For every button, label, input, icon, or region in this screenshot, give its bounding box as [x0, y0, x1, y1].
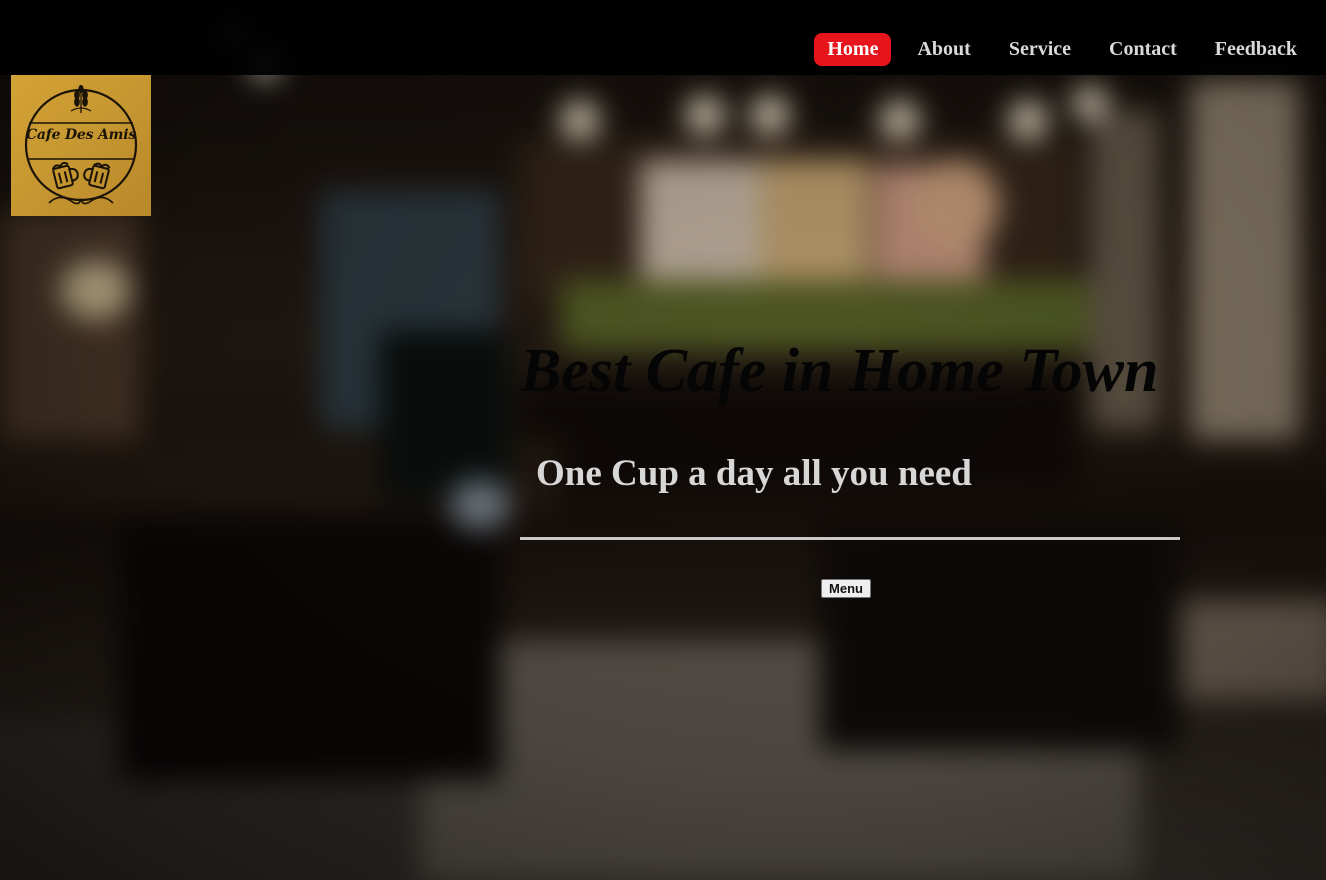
nav-home-link[interactable]: Home	[814, 33, 892, 66]
nav-feedback-link[interactable]: Feedback	[1215, 33, 1297, 66]
nav-about-link[interactable]: About	[917, 33, 970, 66]
flourish-icon	[48, 196, 114, 205]
beer-mugs-icon	[51, 161, 111, 190]
logo-emblem	[24, 84, 138, 205]
menu-button[interactable]: Menu	[821, 579, 871, 598]
hero-title: Best Cafe in Home Town	[520, 337, 1159, 405]
cafe-logo[interactable]: Cafe Des Amis	[11, 75, 151, 216]
nav-service-link[interactable]: Service	[1009, 33, 1071, 66]
main-nav: Home About Service Contact Feedback	[795, 33, 1326, 66]
page: Home About Service Contact Feedback Cafe…	[0, 0, 1326, 880]
nav-contact-link[interactable]: Contact	[1109, 33, 1177, 66]
top-navbar: Home About Service Contact Feedback	[0, 0, 1326, 75]
background-cafe-image	[0, 0, 1326, 880]
hero-subtitle: One Cup a day all you need	[536, 453, 972, 494]
hero-divider	[520, 537, 1180, 540]
logo-text: Cafe Des Amis	[25, 127, 137, 143]
